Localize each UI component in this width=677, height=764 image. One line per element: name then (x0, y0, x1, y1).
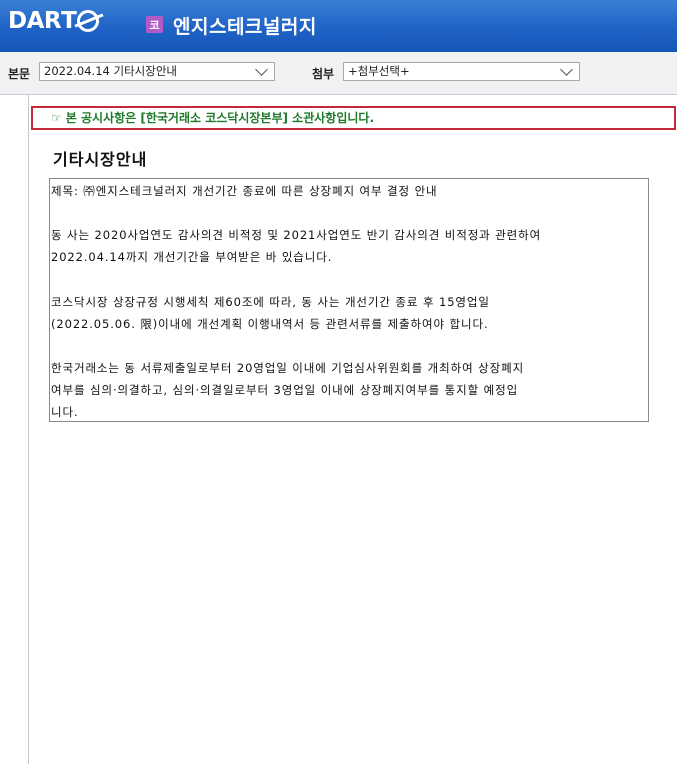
market-badge: 코 (146, 16, 163, 33)
paragraph-line: 여부를 심의·의결하고, 심의·의결일로부터 3영업일 이내에 상장폐지여부를 … (51, 383, 519, 398)
attach-select-value: +첨부선택+ (348, 64, 410, 78)
paragraph-line: 2022.04.14까지 개선기간을 부여받은 바 있습니다. (51, 250, 333, 265)
paragraph-line: (2022.05.06. 限)이내에 개선계획 이행내역서 등 관련서류를 제출… (51, 316, 489, 331)
dart-logo[interactable]: DAR T (8, 7, 100, 35)
paragraph-line: 한국거래소는 동 서류제출일로부터 20영업일 이내에 기업심사위원회를 개최하… (51, 361, 525, 376)
notice-text: 본 공시사항은 [한국거래소 코스닥시장본부] 소관사항입니다. (65, 111, 375, 125)
chevron-down-icon (560, 63, 573, 76)
subject-line: 제목: ㈜엔지스테크널러지 개선기간 종료에 따른 상장폐지 여부 결정 안내 (51, 184, 438, 198)
document-body: 제목: ㈜엔지스테크널러지 개선기간 종료에 따른 상장폐지 여부 결정 안내 … (49, 178, 649, 422)
logo-t: T (61, 8, 77, 34)
logo-text: DAR (8, 8, 62, 34)
body-label: 본문 (8, 67, 31, 81)
body-select[interactable]: 2022.04.14 기타시장안내 (39, 62, 275, 81)
paragraph-line: 동 사는 2020사업연도 감사의견 비적정 및 2021사업연도 반기 감사의… (51, 228, 542, 243)
logo-orbit-icon (77, 10, 100, 32)
body-select-value: 2022.04.14 기타시장안내 (44, 64, 177, 78)
attach-select[interactable]: +첨부선택+ (343, 62, 580, 81)
jurisdiction-notice: ☞ 본 공시사항은 [한국거래소 코스닥시장본부] 소관사항입니다. (31, 106, 676, 130)
app-header: DAR T 코 엔지스테크널러지 (0, 0, 677, 52)
document-toolbar: 본문 2022.04.14 기타시장안내 첨부 +첨부선택+ (0, 52, 677, 95)
pointing-hand-icon: ☞ (51, 111, 62, 125)
paragraph-line: 니다. (51, 405, 79, 420)
chevron-down-icon (255, 63, 268, 76)
paragraph-line: 코스닥시장 상장규정 시행세칙 제60조에 따라, 동 사는 개선기간 종료 후… (51, 294, 490, 309)
company-name: 엔지스테크널러지 (173, 16, 317, 38)
document-title: 기타시장안내 (53, 150, 148, 169)
attach-label: 첨부 (312, 67, 335, 81)
document-viewer[interactable]: ☞ 본 공시사항은 [한국거래소 코스닥시장본부] 소관사항입니다. 기타시장안내… (28, 95, 677, 764)
